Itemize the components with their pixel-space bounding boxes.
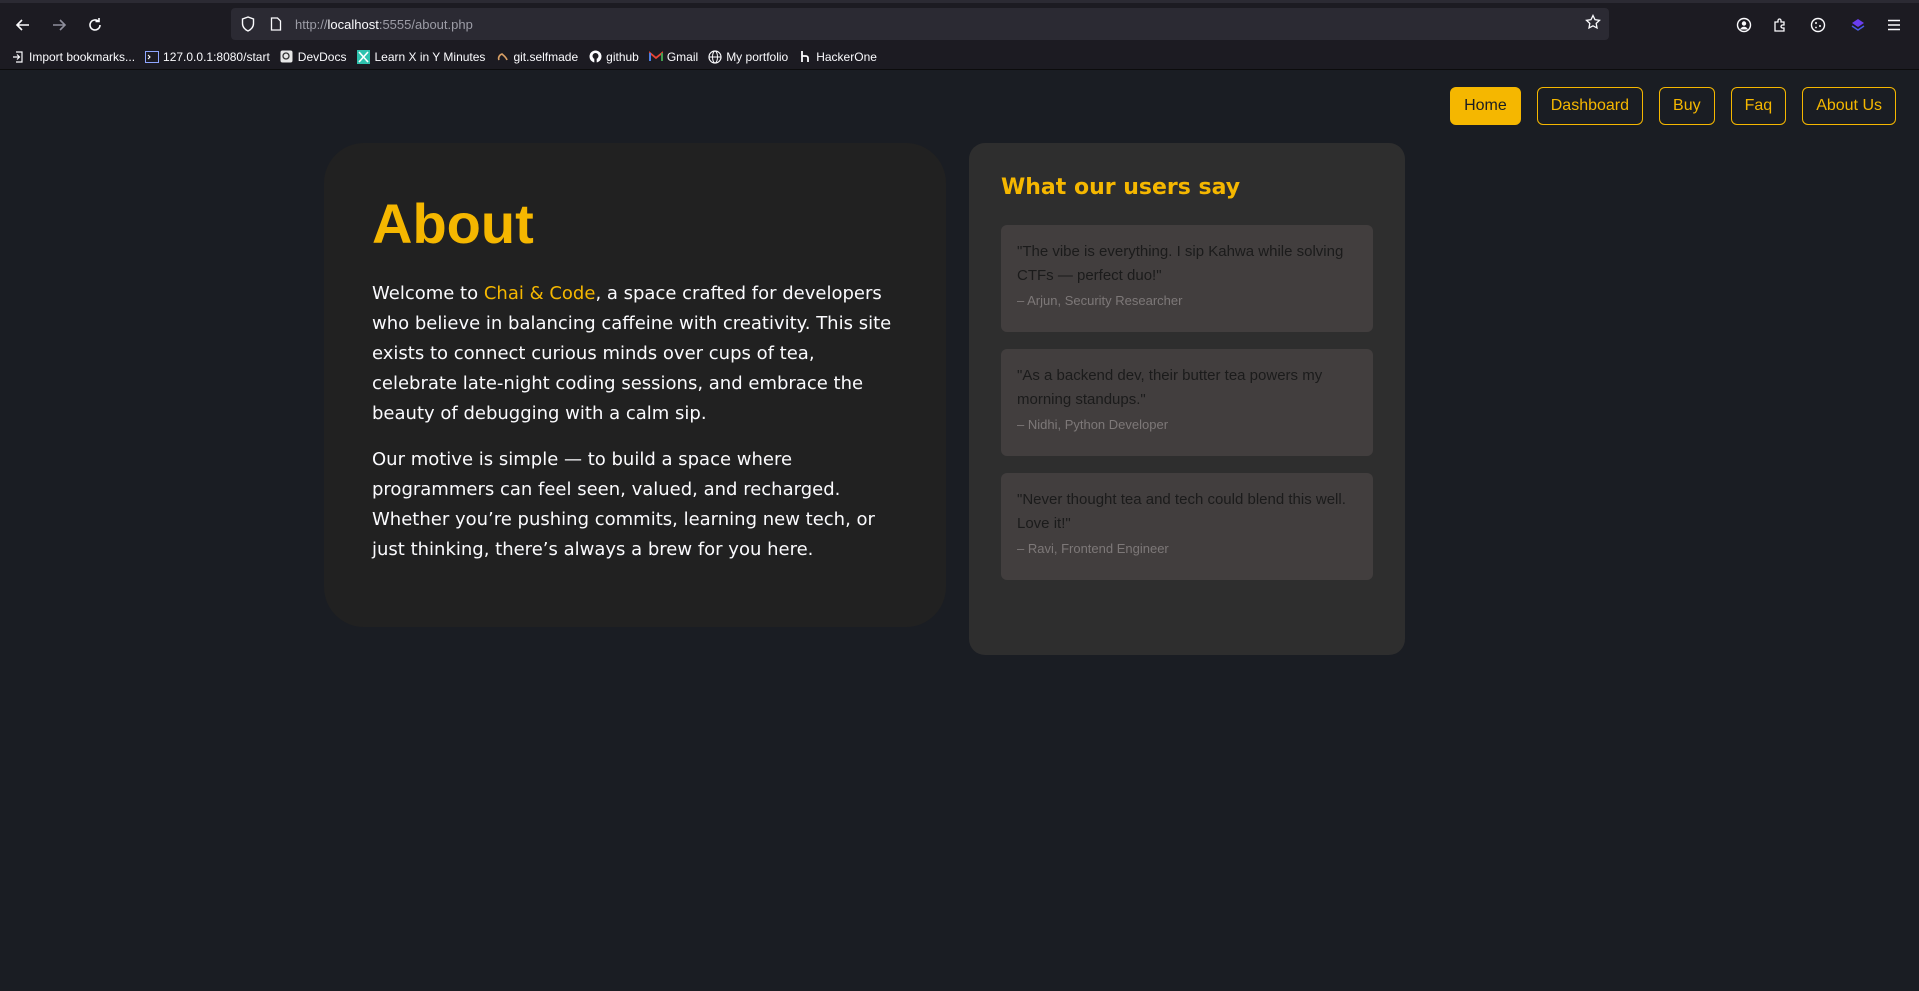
nav-about-button[interactable]: About Us <box>1802 87 1896 125</box>
github-icon <box>588 50 602 64</box>
about-card: About Welcome to Chai & Code, a space cr… <box>324 143 946 627</box>
cookie-icon[interactable] <box>1805 12 1831 38</box>
hackerone-icon <box>798 50 812 64</box>
testimonial-author: – Nidhi, Python Developer <box>1017 417 1169 432</box>
testimonials-card: What our users say "The vibe is everythi… <box>969 143 1405 655</box>
about-title: About <box>372 192 534 255</box>
bookmark-label: Gmail <box>666 49 699 64</box>
bookmark-localhost-start[interactable]: 127.0.0.1:8080/start <box>145 50 270 64</box>
bookmarks-bar: Import bookmarks... 127.0.0.1:8080/start… <box>0 44 1919 70</box>
testimonial-author: – Arjun, Security Researcher <box>1017 293 1183 308</box>
url-bar[interactable]: http://localhost:5555/about.php <box>231 8 1609 40</box>
bookmark-import[interactable]: Import bookmarks... <box>11 50 135 64</box>
bookmark-label: DevDocs <box>297 49 347 64</box>
nav-dashboard-button[interactable]: Dashboard <box>1536 87 1644 125</box>
extension-layers-icon[interactable] <box>1845 12 1871 38</box>
reload-icon <box>89 18 101 31</box>
forward-button[interactable] <box>45 12 73 38</box>
bookmark-star-icon[interactable] <box>1585 13 1601 34</box>
bookmark-label: Import bookmarks... <box>29 49 136 64</box>
learnx-icon <box>356 49 370 64</box>
about-paragraph-welcome: Welcome to Chai & Code, a space crafted … <box>372 279 898 429</box>
extensions-icon[interactable] <box>1767 12 1793 38</box>
url-scheme: http:// <box>295 16 328 32</box>
testimonial-quote: "Never thought tea and tech could blend … <box>1017 491 1346 532</box>
bookmark-git-selfmade[interactable]: git.selfmade <box>495 50 578 64</box>
about-welcome-prefix: Welcome to <box>372 282 484 304</box>
devdocs-icon <box>280 50 294 64</box>
page-content: Home Dashboard Buy Faq About Us About We… <box>0 71 1919 991</box>
nav-buy-button[interactable]: Buy <box>1659 87 1715 125</box>
url-host: localhost <box>327 16 379 32</box>
reload-button[interactable] <box>81 12 109 38</box>
brand-name: Chai & Code <box>483 282 596 304</box>
bookmark-github[interactable]: github <box>588 50 639 64</box>
browser-toolbar: http://localhost:5555/about.php <box>0 0 1919 44</box>
bookmark-label: git.selfmade <box>513 49 579 64</box>
testimonial-quote: "The vibe is everything. I sip Kahwa whi… <box>1017 243 1344 284</box>
nav-faq-button[interactable]: Faq <box>1730 87 1787 125</box>
bookmark-gmail[interactable]: Gmail <box>648 49 699 64</box>
bookmark-devdocs[interactable]: DevDocs <box>280 49 347 64</box>
back-button[interactable] <box>9 12 37 38</box>
testimonial-item: "Never thought tea and tech could blend … <box>1001 473 1373 580</box>
bookmark-learnx[interactable]: Learn X in Y Minutes <box>356 49 486 64</box>
url-path: :5555/about.php <box>378 16 473 32</box>
testimonial-item: "The vibe is everything. I sip Kahwa whi… <box>1001 225 1373 332</box>
bookmark-label: My portfolio <box>726 49 789 64</box>
menu-icon[interactable] <box>1881 12 1907 38</box>
bookmark-label: 127.0.0.1:8080/start <box>163 49 270 64</box>
testimonial-quote: "As a backend dev, their butter tea powe… <box>1017 367 1323 408</box>
bookmark-portfolio[interactable]: My portfolio <box>708 50 788 64</box>
testimonial-author: – Ravi, Frontend Engineer <box>1017 541 1169 556</box>
testimonial-item: "As a backend dev, their butter tea powe… <box>1001 349 1373 456</box>
shield-icon[interactable] <box>237 16 259 32</box>
forward-arrow-icon <box>53 19 67 31</box>
bookmark-hackerone[interactable]: HackerOne <box>798 50 877 64</box>
nav-home-button[interactable]: Home <box>1450 87 1521 125</box>
bookmark-label: Learn X in Y Minutes <box>374 49 486 64</box>
account-icon[interactable] <box>1731 12 1757 38</box>
bookmark-label: github <box>606 49 639 64</box>
about-paragraph-motive: Our motive is simple — to build a space … <box>372 448 875 560</box>
top-navigation: Home Dashboard Buy Faq About Us <box>1450 87 1896 125</box>
git-icon <box>495 50 509 64</box>
url-text[interactable]: http://localhost:5555/about.php <box>295 17 473 32</box>
import-icon <box>11 50 25 64</box>
bookmark-label: HackerOne <box>816 49 877 64</box>
globe-icon <box>708 49 722 64</box>
gmail-icon <box>648 50 663 64</box>
testimonials-title: What our users say <box>1001 175 1241 200</box>
back-arrow-icon <box>15 19 29 31</box>
terminal-icon <box>145 50 160 64</box>
page-icon[interactable] <box>265 17 287 31</box>
